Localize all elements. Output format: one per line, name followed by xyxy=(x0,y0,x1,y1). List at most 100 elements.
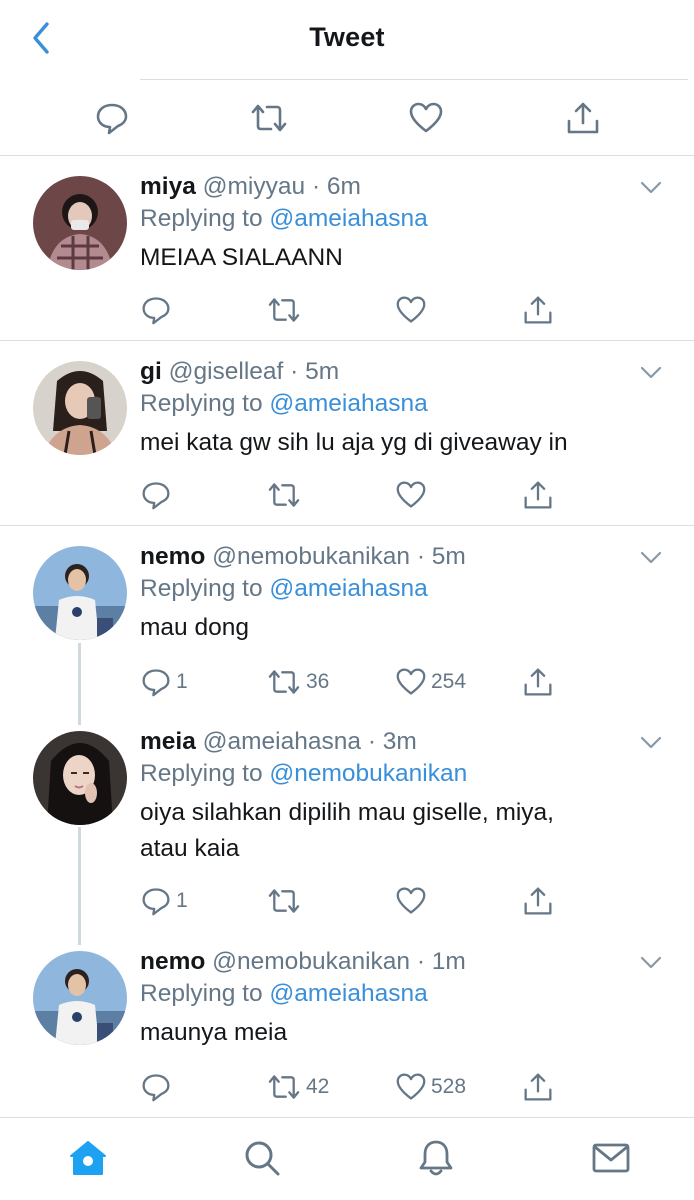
main-reply-button[interactable] xyxy=(92,100,132,136)
reply-count: 1 xyxy=(176,889,188,912)
mention-link[interactable]: @ameiahasna xyxy=(269,575,427,602)
reply-icon xyxy=(142,888,170,916)
retweet-button[interactable]: 42 xyxy=(266,1069,329,1105)
reply-tweet: meia @ameiahasna · 3m Replying to @nemob… xyxy=(0,711,694,941)
display-name[interactable]: meia xyxy=(140,728,196,755)
share-icon xyxy=(567,102,599,134)
reply-icon xyxy=(142,1074,170,1102)
home-icon xyxy=(70,1141,106,1175)
avatar[interactable] xyxy=(33,951,127,1045)
author-line: meia @ameiahasna · 3m xyxy=(140,728,417,755)
share-button[interactable] xyxy=(522,664,554,700)
replying-to: Replying to @ameiahasna xyxy=(140,205,428,232)
reply-icon xyxy=(142,297,170,325)
tweet-actions: 1 36 254 xyxy=(140,664,570,700)
retweet-button[interactable] xyxy=(266,883,306,919)
avatar[interactable] xyxy=(33,361,127,455)
user-handle[interactable]: @miyyau xyxy=(203,173,305,200)
main-share-button[interactable] xyxy=(563,100,603,136)
main-retweet-button[interactable] xyxy=(249,100,289,136)
retweet-button[interactable]: 36 xyxy=(266,664,329,700)
like-icon xyxy=(396,668,426,695)
retweet-icon xyxy=(268,1075,300,1099)
tab-messages[interactable] xyxy=(589,1136,633,1180)
mention-link[interactable]: @ameiahasna xyxy=(269,390,427,417)
tweet-text: oiya silahkan dipilih mau giselle, miya,… xyxy=(140,799,554,862)
display-name[interactable]: nemo xyxy=(140,543,205,570)
avatar[interactable] xyxy=(33,546,127,640)
display-name[interactable]: gi xyxy=(140,358,162,385)
tweet-text: mau dong xyxy=(140,614,249,641)
tweet-text: MEIAA SIALAANN xyxy=(140,244,343,271)
reply-button[interactable]: 1 xyxy=(140,883,188,919)
bottom-tab-bar xyxy=(0,1117,694,1200)
main-tweet-actions xyxy=(0,80,694,155)
like-button[interactable]: 528 xyxy=(395,1069,466,1105)
page-title: Tweet xyxy=(309,22,385,52)
share-icon xyxy=(524,481,552,509)
reply-button[interactable] xyxy=(140,1069,176,1105)
like-count: 528 xyxy=(431,1075,467,1098)
reply-count: 1 xyxy=(176,670,188,693)
replying-to: Replying to @ameiahasna xyxy=(140,575,428,602)
author-line: miya @miyyau · 6m xyxy=(140,173,361,200)
display-name[interactable]: nemo xyxy=(140,948,205,975)
tweet-actions xyxy=(140,477,570,513)
top-bar: Tweet xyxy=(0,0,694,75)
chevron-down-icon xyxy=(640,551,662,564)
more-options-button[interactable] xyxy=(638,548,664,568)
user-handle[interactable]: @giselleaf xyxy=(169,358,284,385)
user-handle[interactable]: @nemobukanikan xyxy=(212,543,410,570)
search-icon xyxy=(245,1141,280,1176)
share-icon xyxy=(524,887,552,915)
retweet-count: 42 xyxy=(306,1075,330,1098)
chevron-down-icon xyxy=(640,366,662,379)
like-button[interactable] xyxy=(395,292,431,328)
like-icon xyxy=(396,296,426,323)
timestamp: 5m xyxy=(305,358,340,385)
mention-link[interactable]: @ameiahasna xyxy=(269,205,427,232)
reply-button[interactable] xyxy=(140,292,176,328)
reply-tweet: gi @giselleaf · 5m Replying to @ameiahas… xyxy=(0,341,694,525)
like-button[interactable] xyxy=(395,883,431,919)
share-button[interactable] xyxy=(522,477,554,513)
like-count: 254 xyxy=(431,670,467,693)
tab-notifications[interactable] xyxy=(414,1136,458,1180)
mention-link[interactable]: @nemobukanikan xyxy=(269,760,467,787)
retweet-icon xyxy=(268,483,300,507)
avatar[interactable] xyxy=(33,176,127,270)
like-icon xyxy=(396,887,426,914)
share-button[interactable] xyxy=(522,883,554,919)
share-button[interactable] xyxy=(522,1069,554,1105)
reply-tweet: nemo @nemobukanikan · 5m Replying to @am… xyxy=(0,526,694,726)
user-handle[interactable]: @nemobukanikan xyxy=(212,948,410,975)
retweet-icon xyxy=(251,104,287,132)
messages-icon xyxy=(592,1143,630,1173)
more-options-button[interactable] xyxy=(638,178,664,198)
reply-button[interactable]: 1 xyxy=(140,664,188,700)
retweet-button[interactable] xyxy=(266,292,306,328)
reply-button[interactable] xyxy=(140,477,176,513)
author-line: nemo @nemobukanikan · 1m xyxy=(140,948,466,975)
chevron-down-icon xyxy=(640,956,662,969)
chevron-down-icon xyxy=(640,736,662,749)
tab-home[interactable] xyxy=(66,1136,110,1180)
more-options-button[interactable] xyxy=(638,363,664,383)
like-button[interactable] xyxy=(395,477,431,513)
user-handle[interactable]: @ameiahasna xyxy=(203,728,361,755)
retweet-count: 36 xyxy=(306,670,330,693)
like-icon xyxy=(409,102,443,133)
main-like-button[interactable] xyxy=(406,100,446,136)
like-button[interactable]: 254 xyxy=(395,664,466,700)
retweet-button[interactable] xyxy=(266,477,306,513)
tab-search[interactable] xyxy=(240,1136,284,1180)
retweet-icon xyxy=(268,670,300,694)
more-options-button[interactable] xyxy=(638,733,664,753)
mention-link[interactable]: @ameiahasna xyxy=(269,980,427,1007)
timestamp: 1m xyxy=(431,948,466,975)
display-name[interactable]: miya xyxy=(140,173,196,200)
share-button[interactable] xyxy=(522,292,554,328)
more-options-button[interactable] xyxy=(638,953,664,973)
avatar[interactable] xyxy=(33,731,127,825)
like-icon xyxy=(396,1073,426,1100)
